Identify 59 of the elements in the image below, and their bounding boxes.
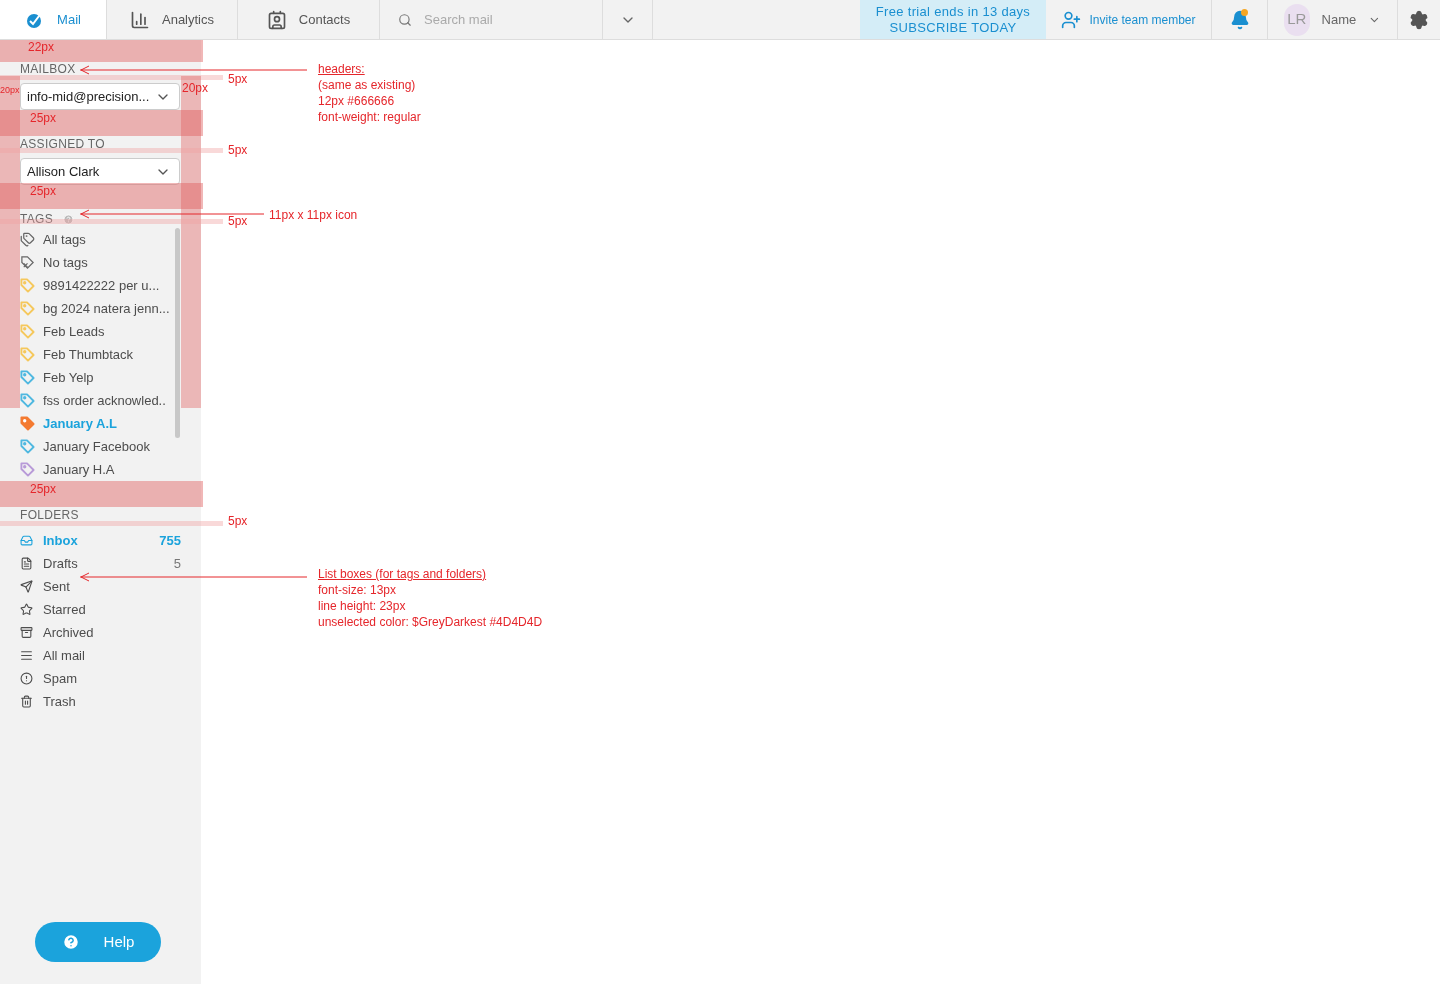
- tag-item[interactable]: fss order acknowled..: [0, 389, 201, 412]
- settings-icon: [1409, 9, 1429, 30]
- user-menu[interactable]: LR Name: [1268, 0, 1398, 39]
- folder-item[interactable]: Sent: [0, 575, 201, 598]
- search-icon: [398, 11, 412, 28]
- bell-icon: [1229, 9, 1250, 30]
- note-text: font-size: 13px: [318, 582, 398, 598]
- section-header: MAILBOX: [20, 61, 76, 78]
- help-icon: [63, 213, 74, 225]
- note-text: line height: 23px: [318, 598, 407, 614]
- count: 755: [159, 531, 181, 550]
- note-text: 12px #666666: [318, 93, 396, 109]
- folder-item[interactable]: Spam: [0, 667, 201, 690]
- note-text: font-weight: regular: [318, 109, 421, 125]
- folder-item[interactable]: Archived: [0, 621, 201, 644]
- nav-tab[interactable]: Analytics: [107, 0, 238, 39]
- dropdown-select[interactable]: Allison Clark: [20, 158, 180, 185]
- note-heading: List boxes (for tags and folders): [318, 566, 488, 582]
- nav-tab[interactable]: Mail: [0, 0, 107, 39]
- measurement-label: 25px: [30, 482, 57, 496]
- tag-item[interactable]: Feb Thumbtack: [0, 343, 201, 366]
- measurement-label: 5px: [228, 72, 248, 86]
- avatar: LR: [1284, 3, 1310, 36]
- section-header: FOLDERS: [20, 507, 79, 524]
- note-heading: headers:: [318, 61, 366, 77]
- measurement-label: 25px: [30, 184, 57, 198]
- dropdown-select[interactable]: info-mid@precision...: [20, 83, 180, 110]
- folder-item[interactable]: Trash: [0, 690, 201, 713]
- tag-item[interactable]: bg 2024 natera jenn...: [0, 297, 201, 320]
- bar-chart-icon: [130, 9, 150, 30]
- section-header: TAGS: [20, 211, 53, 228]
- count: 5: [173, 554, 181, 573]
- folder-item[interactable]: All mail: [0, 644, 201, 667]
- note-text: 11px x 11px icon: [269, 207, 358, 223]
- help-icon: [61, 933, 80, 951]
- tag-item[interactable]: January H.A: [0, 458, 201, 481]
- note-text: unselected color: $GreyDarkest #4D4D4D: [318, 614, 543, 630]
- measurement-label: 20px: [182, 81, 209, 95]
- measurement-label: 5px: [228, 514, 248, 528]
- tag-item[interactable]: Feb Yelp: [0, 366, 201, 389]
- tag-item[interactable]: All tags: [0, 228, 201, 251]
- folder-item[interactable]: Drafts 5: [0, 552, 201, 575]
- tag-off-icon: [20, 255, 35, 270]
- measurement-label: 25px: [30, 111, 57, 125]
- nav-tab[interactable]: Contacts: [238, 0, 380, 39]
- tag-item[interactable]: Feb Leads: [0, 320, 201, 343]
- tag-item[interactable]: 9891422222 per u...: [0, 274, 201, 297]
- measurement-label: 5px: [228, 214, 248, 228]
- tags-icon: [20, 232, 35, 247]
- contact-card-icon: [266, 9, 287, 30]
- note-text: (same as existing): [318, 77, 417, 93]
- tag-item[interactable]: January Facebook: [0, 435, 201, 458]
- measurement-label: 22px: [28, 40, 55, 54]
- section-header: ASSIGNED TO: [20, 136, 105, 153]
- add-user-icon: [1061, 9, 1082, 30]
- measurement-label: 5px: [228, 143, 248, 157]
- folder-item[interactable]: Starred: [0, 598, 201, 621]
- measurement-label: 20px: [0, 84, 20, 97]
- search-field[interactable]: Search mail: [424, 9, 584, 30]
